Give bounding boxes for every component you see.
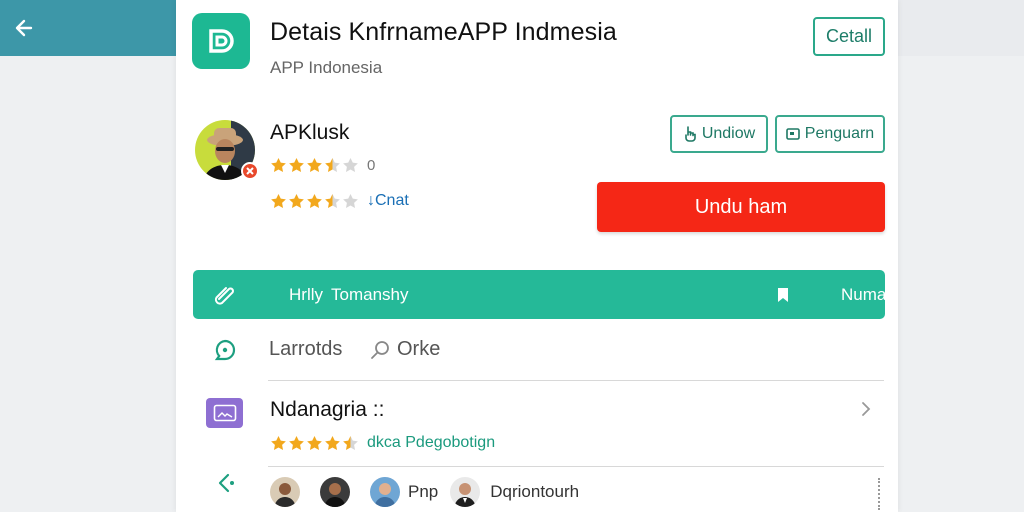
undiow-label: Undiow — [701, 125, 756, 142]
search-link[interactable]: Orke — [369, 338, 440, 361]
info-row-2-rating: dkca Pdegobotign — [270, 434, 495, 452]
page-title: Detais KnfrnameAPP Indmesia — [270, 18, 617, 46]
star-icon — [289, 435, 304, 450]
developer-name: APKlusk — [270, 121, 350, 144]
star-icon — [271, 157, 286, 173]
star-icon — [307, 193, 322, 208]
top-bar — [0, 0, 176, 56]
user-avatar-list: Pnp Dqriontourh — [270, 477, 591, 507]
avatar[interactable] — [450, 477, 481, 507]
share-icon[interactable] — [215, 472, 237, 494]
info-row-1-text: Larrotds — [269, 338, 343, 360]
star-empty-icon — [343, 193, 358, 208]
avatar[interactable] — [320, 477, 350, 507]
info-row-1: Larrotds Orke — [193, 326, 885, 376]
user-label: Dqriontourh — [490, 482, 580, 501]
info-bar-label-2: Tomanshy — [331, 285, 409, 304]
chevron-right-icon — [862, 402, 871, 416]
more-options-icon[interactable] — [878, 478, 880, 510]
info-row-2-link[interactable]: dkca Pdegobotign — [367, 434, 495, 452]
rating-link[interactable]: ↓Cnat — [367, 192, 409, 210]
divider — [268, 466, 884, 467]
page-subtitle: APP Indonesia — [270, 58, 383, 77]
star-rating — [270, 435, 359, 452]
rating-count: 0 — [367, 157, 376, 174]
app-detail-panel: Detais KnfrnameAPP Indmesia APP Indonesi… — [176, 0, 898, 512]
detail-button[interactable]: Cetall — [813, 17, 885, 56]
star-icon — [325, 435, 340, 450]
star-icon — [271, 435, 286, 450]
link-icon — [214, 287, 234, 305]
star-icon — [271, 193, 286, 208]
star-empty-icon — [343, 157, 358, 173]
developer-rating: 0 — [270, 157, 375, 174]
avatar[interactable] — [370, 477, 400, 507]
star-rating — [270, 193, 359, 210]
star-half-icon — [325, 193, 340, 208]
top-bar-right — [898, 0, 1024, 56]
info-row-3: Pnp Dqriontourh — [193, 472, 885, 512]
star-icon — [307, 435, 322, 450]
penguarn-button[interactable]: Penguarn — [775, 115, 885, 153]
search-link-label: Orke — [397, 338, 441, 360]
avatar[interactable] — [270, 477, 300, 507]
info-bar-label-3: Numa — [841, 285, 887, 304]
star-icon — [289, 193, 304, 208]
hand-pointer-icon — [685, 126, 696, 142]
star-icon — [289, 157, 304, 173]
chat-icon — [214, 339, 236, 361]
bookmark-icon — [778, 288, 788, 302]
arrow-left-icon — [15, 19, 33, 37]
back-button[interactable] — [12, 16, 36, 40]
search-icon — [371, 340, 389, 359]
screen-icon — [785, 128, 800, 140]
star-half-icon — [343, 435, 358, 450]
app-logo-icon — [209, 29, 234, 53]
verified-badge-icon — [241, 162, 259, 180]
undiow-button[interactable]: Undiow — [670, 115, 768, 153]
developer-avatar[interactable] — [195, 120, 259, 182]
star-icon — [307, 157, 322, 173]
star-rating — [270, 157, 359, 174]
image-icon — [206, 398, 243, 428]
user-label: Pnp — [408, 482, 439, 501]
info-bar[interactable]: Hrlly Tomanshy Numa — [193, 270, 887, 319]
divider — [268, 380, 884, 381]
developer-rating-secondary: ↓Cnat — [270, 192, 409, 210]
info-bar-label-1: Hrlly — [289, 285, 323, 304]
download-button[interactable]: Undu ham — [597, 182, 885, 232]
penguarn-label: Penguarn — [804, 125, 875, 142]
info-row-2-title: Ndanagria :: — [270, 398, 385, 421]
star-half-icon — [325, 157, 340, 173]
info-row-2[interactable]: Ndanagria :: dkca Pdegobotign — [193, 388, 885, 464]
app-logo — [192, 13, 250, 69]
